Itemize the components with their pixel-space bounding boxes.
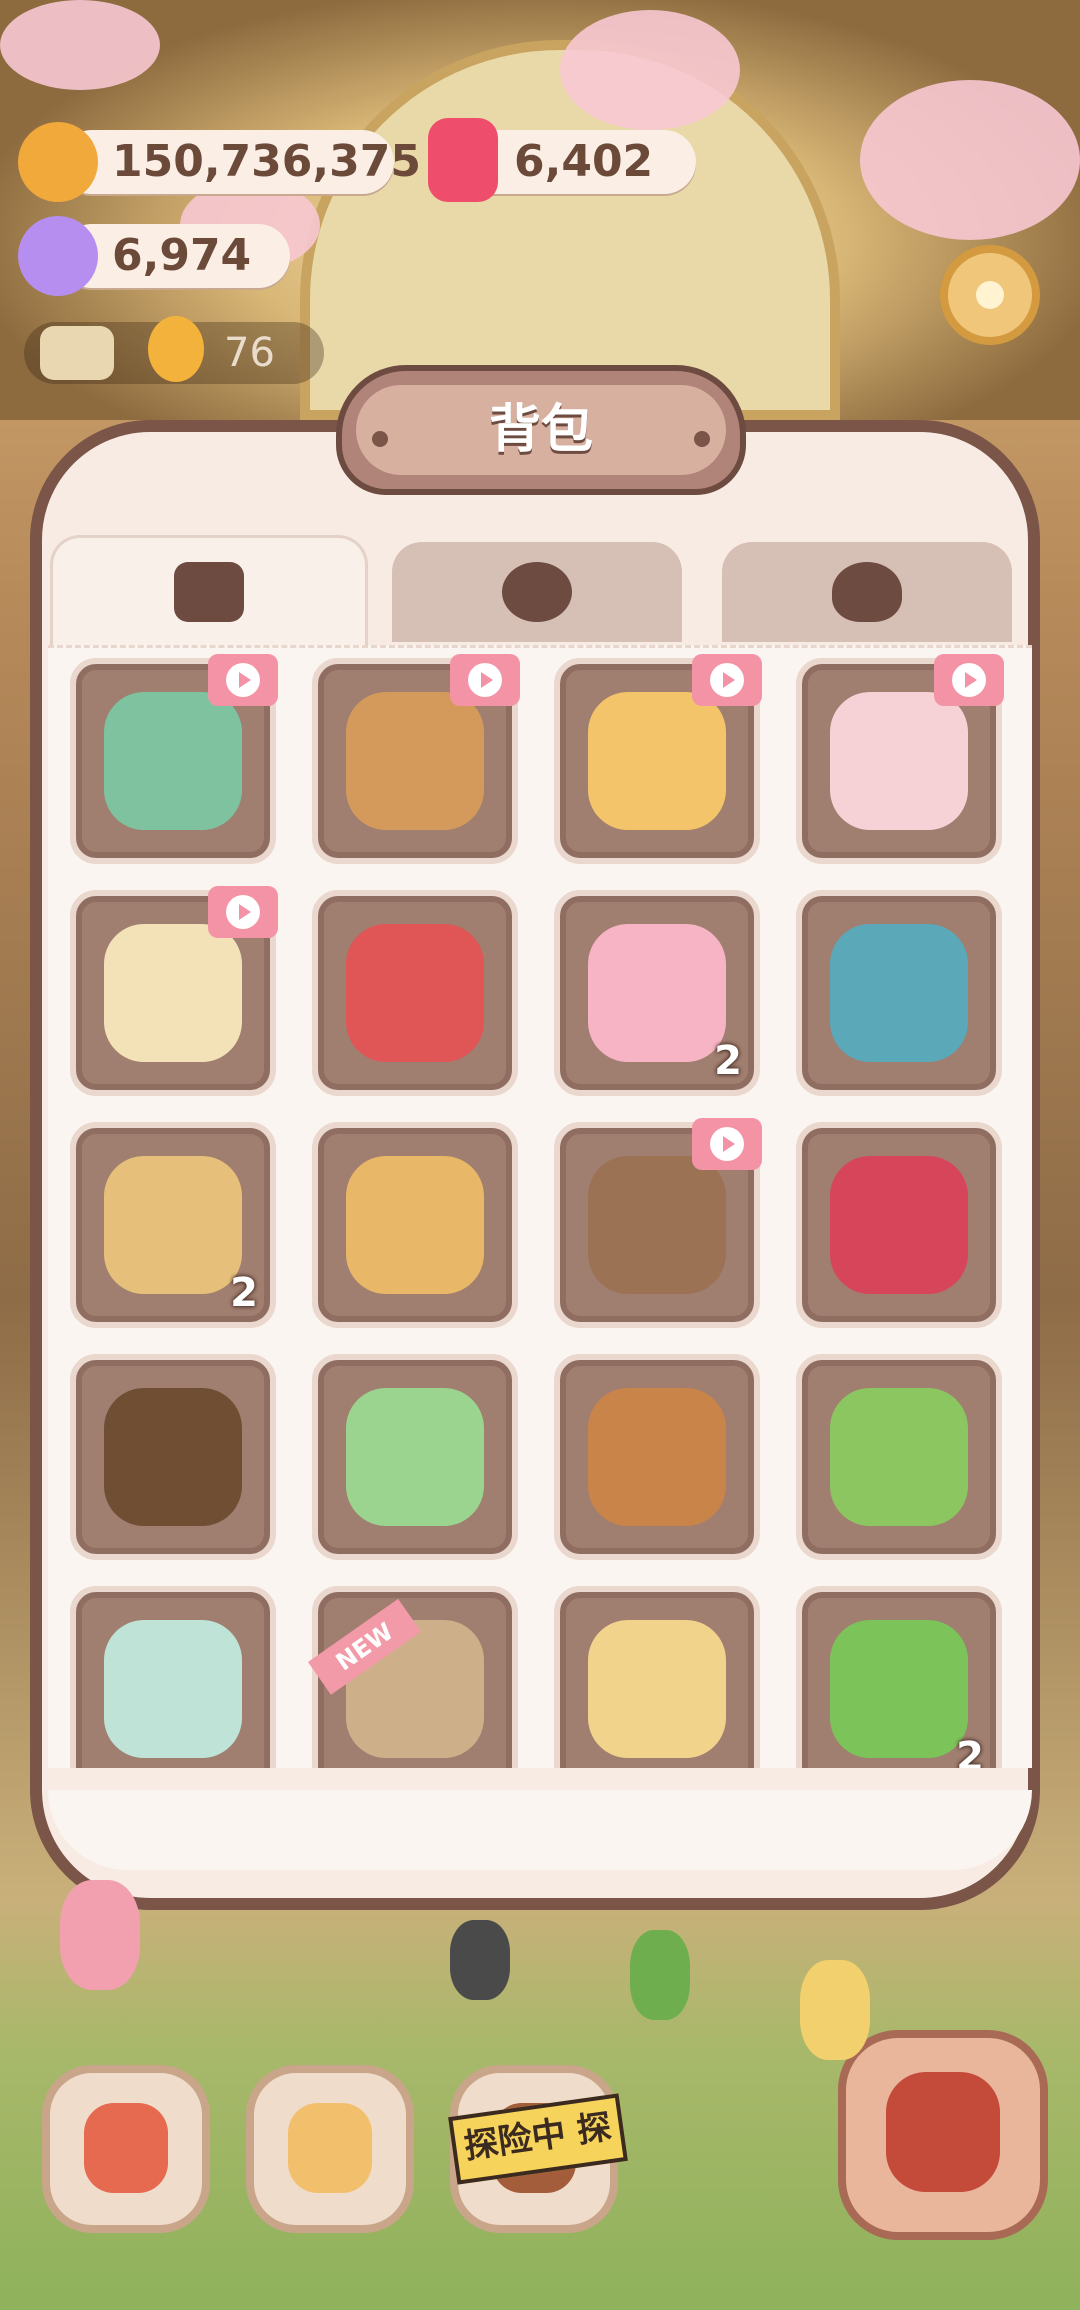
slide-icon [830,692,968,830]
calendar-heart-icon [288,2103,372,2193]
toy-pile-icon [346,924,484,1062]
inventory-slot[interactable] [312,1354,518,1560]
tab-cookies[interactable] [392,542,682,642]
blossom-cluster [560,10,740,130]
inventory-slot[interactable] [796,654,1004,864]
cookie-rug-icon [346,1156,484,1294]
character-sprite [800,1960,870,2060]
blossom-cluster [0,0,160,90]
panel-title-plate: 背包 [336,365,746,495]
item-count: 2 [956,1734,984,1768]
red-rug-icon [830,1156,968,1294]
settings-gear-icon[interactable] [940,245,1040,345]
character-sprite [630,1930,690,2020]
duck-avatar-icon [148,316,204,382]
character-sprite [450,1920,510,2000]
nav-calendar-button[interactable] [246,2065,414,2233]
inventory-slot[interactable] [312,654,520,864]
wreath-icon [830,1620,968,1758]
megaphone-icon [40,326,114,380]
inventory-grid: 2 2 NEW 2 [48,645,1032,1768]
tab-furniture[interactable] [50,535,368,645]
portrait-frame-icon [104,1388,242,1526]
cuckoo-clock-icon [588,1388,726,1526]
hopscotch-icon [588,692,726,830]
video-play-icon[interactable] [692,1118,762,1170]
crystal-icon [18,216,98,296]
pink-shelf-icon [588,924,726,1062]
panel-title: 背包 [488,400,593,460]
flower-planter-icon [830,1388,968,1526]
inventory-slot[interactable] [796,890,1002,1096]
cookie-character-icon [502,562,572,622]
cookie-icon [18,122,98,202]
inventory-slot[interactable] [70,1354,276,1560]
plant-bed-icon [588,1620,726,1758]
video-play-icon[interactable] [934,654,1004,706]
nav-stage-button[interactable] [838,2030,1048,2240]
inventory-slot[interactable] [554,1586,760,1768]
cookie-amount: 150,736,375 [112,136,421,187]
video-play-icon[interactable] [208,654,278,706]
candle-amount: 6,402 [514,136,654,187]
inventory-slot[interactable] [796,1354,1002,1560]
tab-pets[interactable] [722,542,1012,642]
nav-house-button[interactable] [42,2065,210,2233]
inventory-slot[interactable] [554,1354,760,1560]
art-cabinet-icon [104,1156,242,1294]
teddy-bear-icon [346,692,484,830]
inventory-slot[interactable]: 2 [796,1586,1002,1768]
rainbow-panel-icon [346,1388,484,1526]
video-play-icon[interactable] [208,886,278,938]
inventory-slot[interactable] [70,654,278,864]
furniture-box-icon [174,561,244,622]
inventory-slot[interactable] [796,1122,1002,1328]
inventory-slot[interactable]: 2 [554,890,760,1096]
stage-icon [886,2072,1000,2192]
inventory-slot[interactable] [554,654,762,864]
announcement-count: 76 [224,330,275,376]
item-count: 2 [714,1038,742,1084]
candle-icon [428,118,498,202]
pond-icon [104,692,242,830]
video-play-icon[interactable] [692,654,762,706]
character-sprite [60,1880,140,1990]
inventory-slot[interactable] [554,1118,762,1328]
inventory-slot[interactable]: 2 [70,1122,276,1328]
gramophone-icon [588,1156,726,1294]
clothes-rack-icon [830,924,968,1062]
bathtub-icon [104,924,242,1062]
blossom-cluster [860,80,1080,240]
item-count: 2 [230,1270,258,1316]
pet-icon [832,562,902,622]
inventory-slot[interactable] [312,1122,518,1328]
panel-footer [48,1790,1032,1870]
paint-buckets-icon [104,1620,242,1758]
video-play-icon[interactable] [450,654,520,706]
inventory-slot[interactable] [70,1586,276,1768]
gem-amount: 6,974 [112,230,252,281]
inventory-slot[interactable]: NEW [308,1586,518,1768]
inventory-slot[interactable] [312,890,518,1096]
inventory-slot[interactable] [70,886,278,1096]
house-icon [84,2103,168,2193]
